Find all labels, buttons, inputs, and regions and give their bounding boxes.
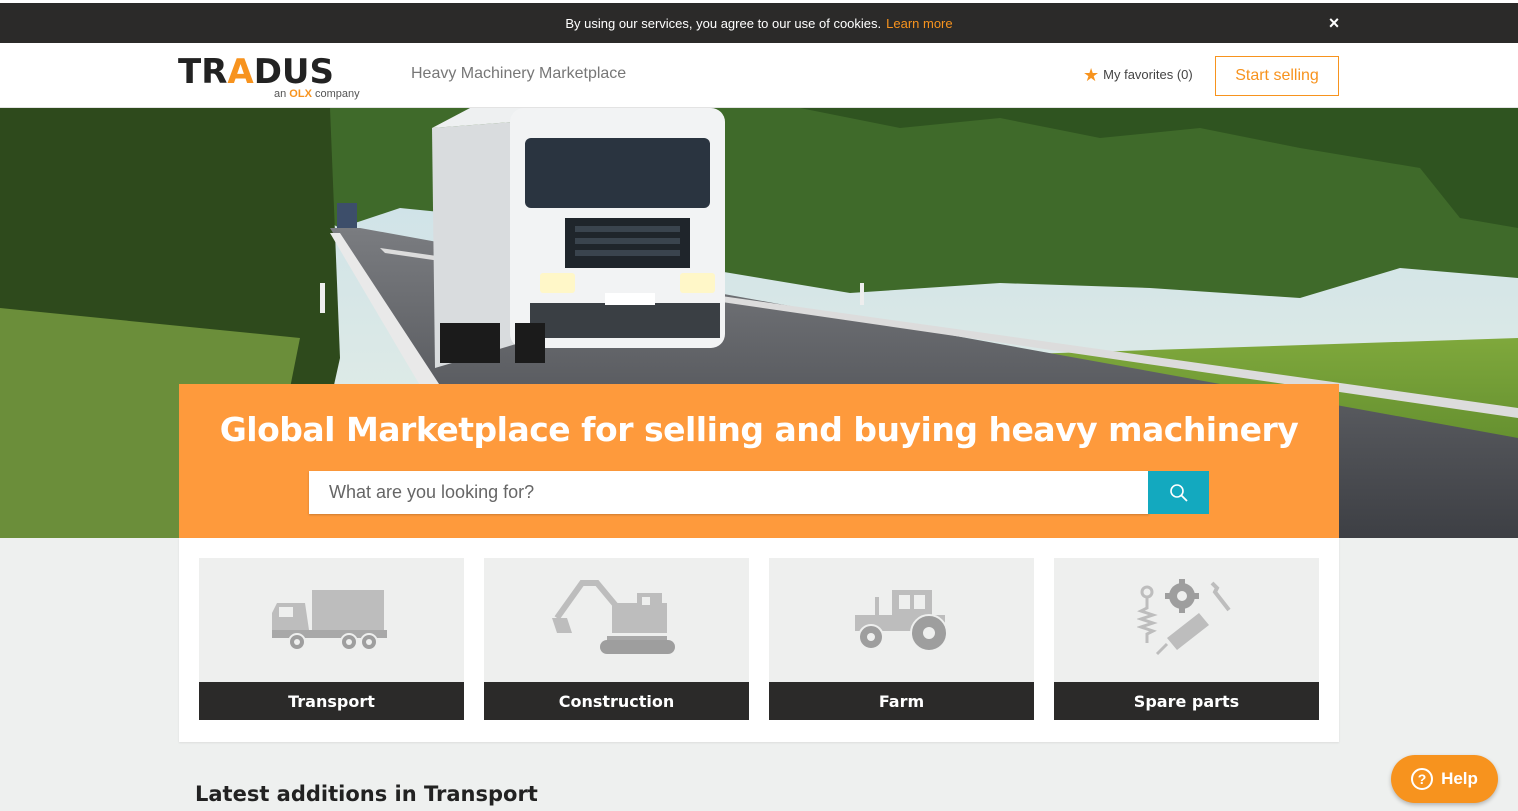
category-image — [484, 558, 749, 682]
my-favorites-link[interactable]: ★ My favorites (0) — [1083, 64, 1193, 85]
category-spare-parts[interactable]: Spare parts — [1054, 558, 1319, 720]
category-label: Transport — [199, 682, 464, 720]
search-panel: Global Marketplace for selling and buyin… — [179, 384, 1339, 538]
category-transport[interactable]: Transport — [199, 558, 464, 720]
excavator-icon — [551, 579, 675, 654]
favorites-label: My favorites (0) — [1103, 67, 1193, 82]
category-label: Construction — [484, 682, 749, 720]
learn-more-link[interactable]: Learn more — [886, 16, 952, 31]
cookie-message: By using our services, you agree to our … — [565, 15, 882, 31]
tradus-logo[interactable]: TRADUS an OLX company — [178, 52, 370, 100]
spare-parts-icon — [1136, 578, 1231, 655]
category-farm[interactable]: Farm — [769, 558, 1034, 720]
hero-title: Global Marketplace for selling and buyin… — [219, 410, 1299, 449]
category-image — [1054, 558, 1319, 682]
tractor-icon — [854, 590, 948, 652]
category-image — [199, 558, 464, 682]
star-icon: ★ — [1083, 64, 1100, 85]
search-input[interactable] — [309, 471, 1149, 514]
category-label: Spare parts — [1054, 682, 1319, 720]
cookie-banner: By using our services, you agree to our … — [0, 3, 1518, 43]
latest-additions-heading: Latest additions in Transport — [195, 782, 538, 806]
help-icon: ? — [1411, 768, 1434, 790]
help-button[interactable]: ? Help — [1391, 755, 1498, 803]
help-label: Help — [1441, 769, 1478, 788]
search-icon — [1169, 483, 1188, 502]
site-header: TRADUS an OLX company Heavy Machinery Ma… — [0, 43, 1518, 108]
category-label: Farm — [769, 682, 1034, 720]
truck-icon — [271, 590, 387, 651]
start-selling-button[interactable]: Start selling — [1215, 56, 1339, 96]
close-icon[interactable]: × — [1326, 14, 1342, 32]
logo-wordmark: TRADUS — [178, 52, 335, 92]
category-image — [769, 558, 1034, 682]
search-button[interactable] — [1148, 471, 1209, 514]
logo-subtitle: an OLX company — [274, 88, 360, 100]
category-construction[interactable]: Construction — [484, 558, 749, 720]
site-tagline: Heavy Machinery Marketplace — [411, 65, 627, 82]
category-panel: Transport Construction Farm Spare parts — [179, 538, 1339, 742]
